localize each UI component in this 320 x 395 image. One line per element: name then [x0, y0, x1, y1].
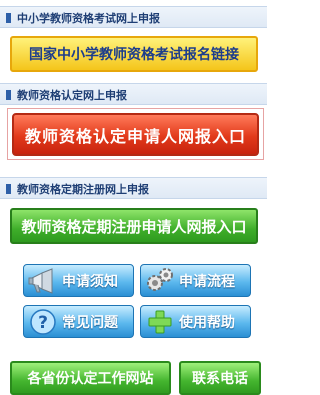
certification-entry-button[interactable]: 教师资格认定申请人网报入口 [12, 113, 259, 156]
section-title: 教师资格定期注册网上申报 [17, 183, 149, 196]
application-process-button[interactable]: 申请流程 [140, 264, 251, 297]
application-notice-button[interactable]: 申请须知 [23, 264, 134, 297]
section-marker [6, 90, 11, 100]
periodic-registration-entry-button[interactable]: 教师资格定期注册申请人网报入口 [10, 208, 258, 244]
section-marker [6, 13, 11, 23]
section-title: 教师资格认定网上申报 [17, 89, 127, 102]
section-header-certification: 教师资格认定网上申报 [0, 83, 267, 105]
section-title: 中小学教师资格考试网上申报 [17, 12, 160, 25]
megaphone-icon [28, 266, 58, 296]
button-label: 常见问题 [62, 314, 118, 331]
exam-registration-link-button[interactable]: 国家中小学教师资格考试报名链接 [10, 36, 258, 72]
province-websites-button[interactable]: 各省份认定工作网站 [10, 361, 171, 395]
help-plus-icon [145, 307, 175, 337]
button-label: 使用帮助 [179, 314, 235, 331]
button-label: 申请流程 [179, 273, 235, 290]
usage-help-button[interactable]: 使用帮助 [140, 305, 251, 338]
section-header-registration: 教师资格定期注册网上申报 [0, 177, 267, 199]
button-label: 申请须知 [62, 273, 118, 290]
question-icon: ? [28, 307, 58, 337]
section-marker [6, 184, 11, 194]
faq-button[interactable]: ? 常见问题 [23, 305, 134, 338]
contact-phone-button[interactable]: 联系电话 [179, 361, 261, 395]
svg-text:?: ? [38, 313, 48, 333]
gears-icon [145, 266, 175, 296]
section-header-exam: 中小学教师资格考试网上申报 [0, 6, 267, 28]
